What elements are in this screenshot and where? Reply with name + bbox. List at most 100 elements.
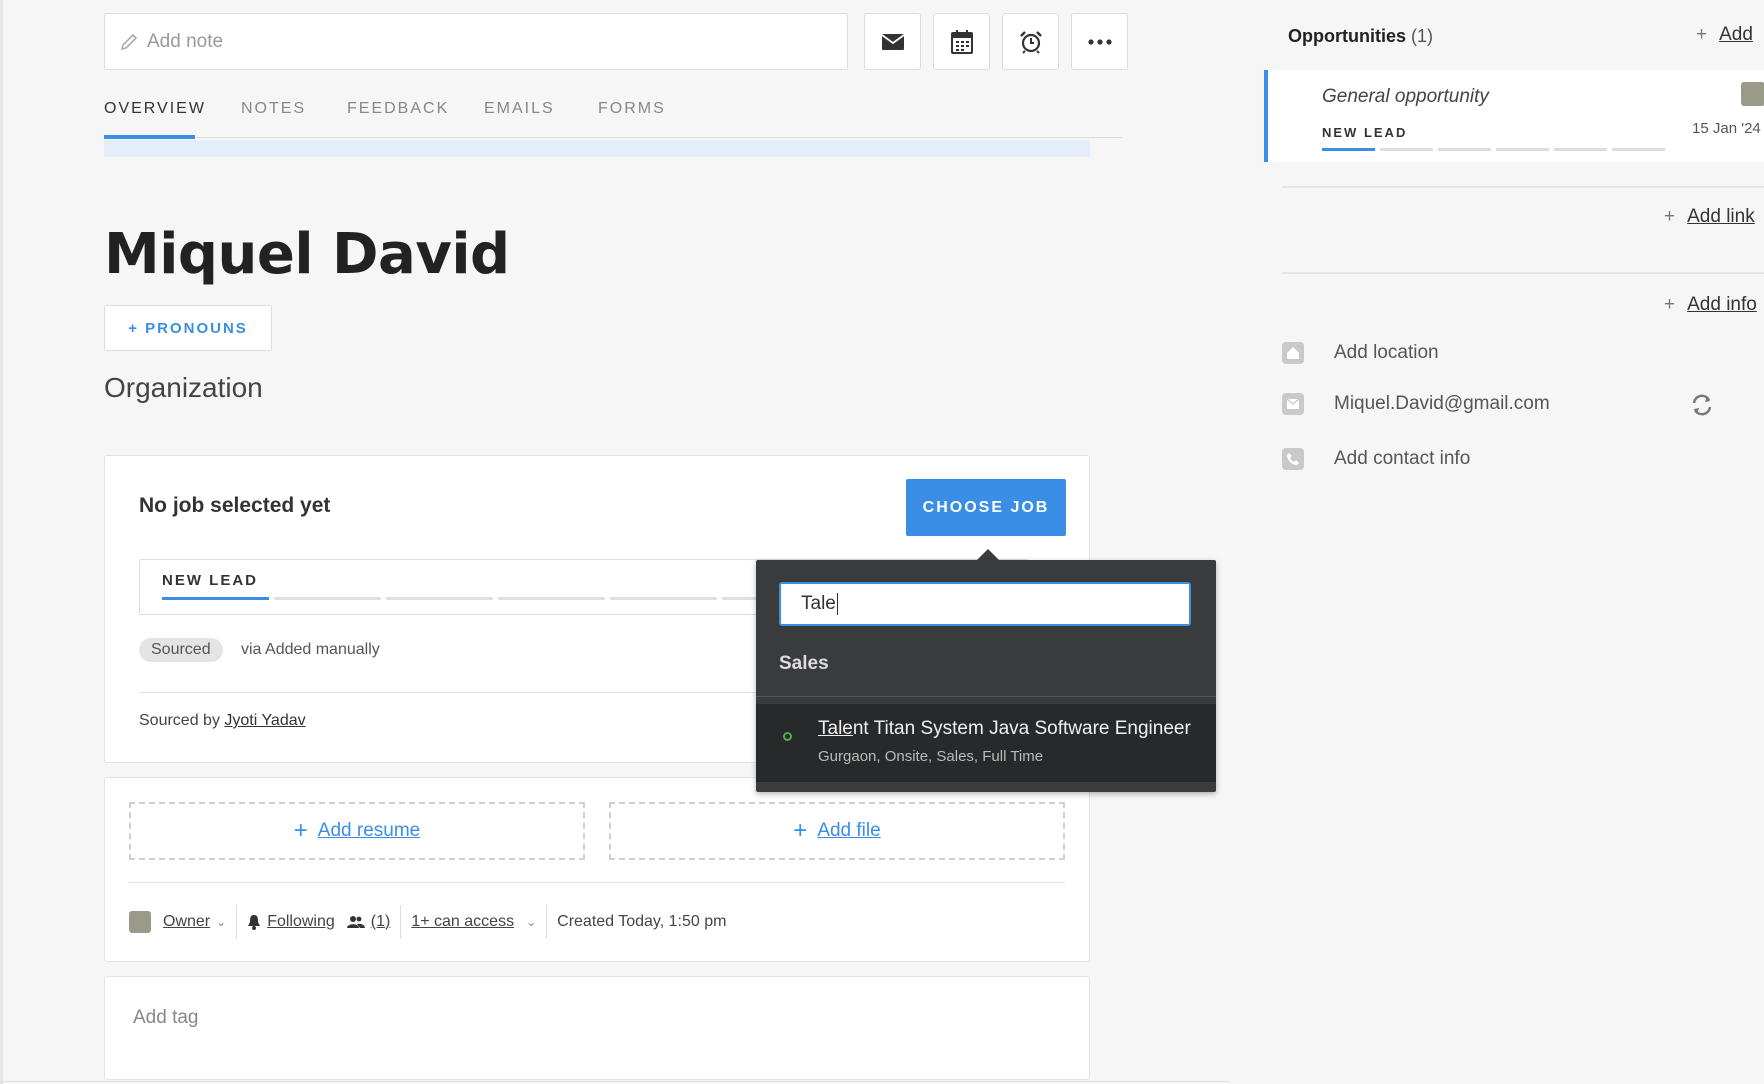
separator [400, 904, 402, 939]
plus-icon: + [1664, 294, 1676, 315]
candidate-meta-row: Owner ⌄ Following (1) 1+ can access ⌄ Cr… [129, 882, 1065, 960]
location-row[interactable]: Add location [1282, 342, 1439, 364]
add-opportunity-label: Add [1719, 24, 1753, 45]
job-search-input[interactable]: Tale [779, 582, 1191, 626]
active-tab-indicator [104, 135, 195, 139]
separator [236, 904, 238, 939]
add-resume-button[interactable]: + Add resume [129, 802, 585, 860]
stage-segment [274, 597, 381, 600]
opportunities-header: Opportunities (1) [1288, 26, 1433, 47]
alarm-icon [1019, 30, 1042, 54]
plus-icon: + [293, 817, 308, 844]
more-icon [1087, 38, 1112, 45]
calendar-button[interactable] [933, 13, 990, 70]
source-badge: Sourced [139, 638, 223, 662]
info-banner [104, 140, 1090, 157]
add-note-placeholder: Add note [147, 30, 224, 52]
choose-job-button[interactable]: CHOOSE JOB [906, 479, 1066, 536]
add-info-button[interactable]: + Add info [1664, 294, 1757, 316]
candidate-page: Add note OVERVIEW NOTES FEEDBACK EMAILS … [0, 0, 1764, 1084]
stage-label: NEW LEAD [162, 572, 258, 589]
text-caret [836, 593, 838, 615]
sourced-by-label: Sourced by [139, 712, 220, 729]
sidebar-divider [1282, 272, 1764, 274]
pencil-icon [120, 33, 138, 50]
stage-segment [1322, 148, 1375, 151]
following-toggle[interactable]: Following [267, 913, 335, 931]
sourced-by: Sourced by Jyoti Yadav [139, 712, 306, 730]
dropdown-divider [756, 696, 1216, 697]
sourced-by-link[interactable]: Jyoti Yadav [224, 712, 305, 729]
tab-bar: OVERVIEW NOTES FEEDBACK EMAILS FORMS [104, 96, 1122, 139]
more-button[interactable] [1071, 13, 1128, 70]
left-border [0, 0, 3, 1084]
opportunities-label: Opportunities [1288, 26, 1406, 46]
owner-avatar [129, 910, 151, 933]
add-note-input[interactable]: Add note [104, 13, 848, 70]
followers-icon [346, 915, 365, 928]
plus-icon: + [1664, 206, 1676, 227]
job-search-value: Tale [801, 593, 836, 614]
job-option[interactable]: Talent Titan System Java Software Engine… [756, 704, 1216, 782]
avatar [1741, 82, 1764, 106]
add-link-label: Add link [1687, 206, 1755, 227]
stage-segment [1438, 148, 1491, 151]
add-pronouns-button[interactable]: + PRONOUNS [104, 305, 272, 351]
plus-icon: + [793, 817, 808, 844]
tab-emails[interactable]: EMAILS [484, 100, 555, 118]
plus-icon: + [1696, 24, 1708, 45]
stage-segment [1554, 148, 1607, 151]
footer-divider [0, 1081, 1230, 1082]
stage-segment [1496, 148, 1549, 151]
opportunity-title: General opportunity [1322, 86, 1489, 107]
tab-notes[interactable]: NOTES [241, 100, 306, 118]
tab-overview[interactable]: OVERVIEW [104, 100, 206, 118]
email-icon [880, 33, 905, 50]
refresh-icon[interactable] [1690, 393, 1714, 417]
stage-segment [610, 597, 717, 600]
location-text: Add location [1334, 342, 1439, 363]
stage-segment [1612, 148, 1665, 151]
job-status-dot [783, 732, 792, 741]
email-button[interactable] [864, 13, 921, 70]
add-link-button[interactable]: + Add link [1664, 206, 1755, 228]
opportunities-count: (1) [1411, 26, 1434, 46]
phone-row[interactable]: Add contact info [1282, 448, 1470, 470]
stage-segment [162, 597, 269, 600]
created-timestamp: Created Today, 1:50 pm [557, 912, 727, 930]
add-info-label: Add info [1687, 294, 1757, 315]
tags-card: Add tag [104, 976, 1090, 1080]
add-tag-input[interactable]: Add tag [133, 1007, 199, 1029]
mail-icon [1282, 393, 1304, 415]
opportunity-date: 15 Jan '24 [1692, 120, 1761, 137]
tab-feedback[interactable]: FEEDBACK [347, 100, 449, 118]
add-opportunity-button[interactable]: + Add [1696, 24, 1753, 46]
job-option-title: Talent Titan System Java Software Engine… [818, 718, 1191, 740]
candidate-name: Miquel David [104, 222, 510, 287]
access-dropdown[interactable]: 1+ can access [411, 913, 514, 931]
reminder-button[interactable] [1002, 13, 1059, 70]
opportunity-card[interactable]: General opportunity NEW LEAD 15 Jan '24 [1264, 70, 1764, 162]
add-file-label: Add file [817, 820, 881, 841]
calendar-icon [950, 29, 973, 54]
email-row[interactable]: Miquel.David@gmail.com [1282, 393, 1550, 415]
phone-icon [1282, 448, 1304, 470]
tab-forms[interactable]: FORMS [598, 100, 666, 118]
job-group-header: Sales [779, 653, 829, 674]
owner-dropdown[interactable]: Owner [163, 913, 210, 931]
opportunity-stage: NEW LEAD [1322, 125, 1408, 140]
sidebar-divider [1282, 186, 1764, 188]
job-option-subtitle: Gurgaon, Onsite, Sales, Full Time [818, 748, 1044, 765]
separator [546, 904, 548, 939]
bell-icon [248, 914, 261, 930]
home-icon [1282, 342, 1304, 364]
chevron-down-icon: ⌄ [216, 914, 227, 929]
contact-info-text: Add contact info [1334, 448, 1471, 469]
add-file-button[interactable]: + Add file [609, 802, 1065, 860]
job-search-dropdown: Tale Sales Talent Titan System Java Soft… [756, 560, 1216, 792]
add-resume-label: Add resume [317, 820, 421, 841]
organization-field[interactable]: Organization [104, 372, 263, 404]
stage-segment [386, 597, 493, 600]
email-text: Miquel.David@gmail.com [1334, 393, 1550, 414]
followers-count[interactable]: (1) [371, 913, 391, 931]
